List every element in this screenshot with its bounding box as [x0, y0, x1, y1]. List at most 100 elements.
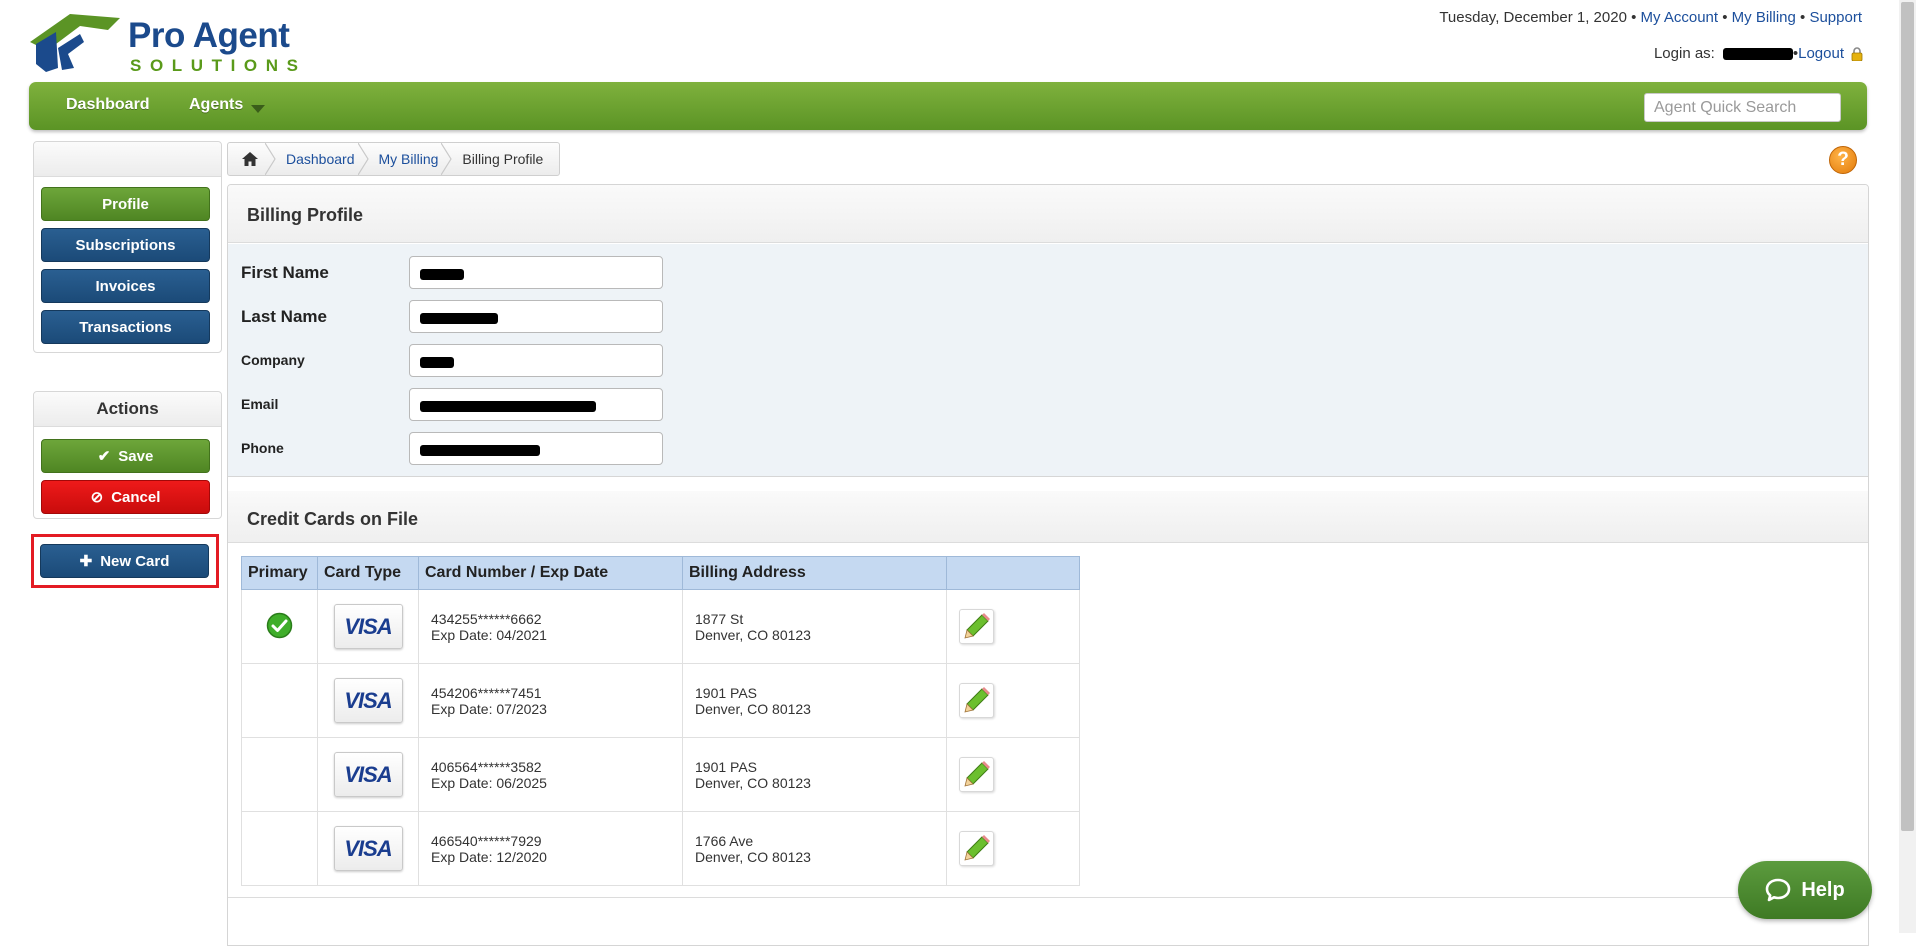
chat-bubble-icon [1766, 878, 1791, 902]
company-label: Company [241, 352, 305, 368]
sidebar-item-subscriptions[interactable]: Subscriptions [41, 228, 210, 262]
edit-card-button[interactable] [959, 757, 994, 792]
breadcrumb-my-billing[interactable]: My Billing [365, 143, 453, 175]
card-number: 434255******6662 [431, 610, 542, 627]
page-scrollbar[interactable] [1899, 0, 1916, 933]
pencil-edit-icon [964, 687, 990, 713]
redacted-username [1722, 47, 1793, 60]
help-chat-label: Help [1801, 878, 1845, 901]
separator: • [1718, 9, 1732, 26]
billing-address-cell: 1901 PAS Denver, CO 80123 [682, 663, 947, 738]
credit-cards-table: Primary Card Type Card Number / Exp Date… [241, 556, 1080, 886]
cancel-label: Cancel [111, 489, 161, 506]
sidebar-item-invoices[interactable]: Invoices [41, 269, 210, 303]
home-icon [242, 152, 258, 166]
nav-dashboard[interactable]: Dashboard [66, 96, 150, 114]
save-label: Save [118, 448, 154, 465]
phone-label: Phone [241, 440, 284, 456]
card-number: 454206******7451 [431, 684, 542, 701]
breadcrumb-dashboard-label: Dashboard [286, 151, 355, 167]
card-type-cell: VISA [317, 737, 419, 812]
credit-cards-header: Credit Cards on File [228, 491, 1868, 543]
agent-quick-search-input[interactable] [1644, 93, 1841, 122]
billing-profile-header: Billing Profile [228, 185, 1868, 243]
address-line2: Denver, CO 80123 [695, 626, 811, 643]
card-number-cell: 454206******7451 Exp Date: 07/2023 [418, 663, 683, 738]
help-chat-button[interactable]: Help [1738, 861, 1872, 919]
company-field[interactable] [409, 344, 663, 377]
card-type-cell: VISA [317, 663, 419, 738]
scrollbar-thumb[interactable] [1901, 2, 1914, 831]
edit-card-button[interactable] [959, 683, 994, 718]
redacted-value [420, 401, 596, 412]
support-link[interactable]: Support [1809, 9, 1862, 26]
pencil-edit-icon [964, 835, 990, 861]
table-row: VISA 454206******7451 Exp Date: 07/2023 1… [241, 663, 1080, 738]
help-question-icon[interactable]: ? [1829, 146, 1857, 174]
visa-card-icon: VISA [333, 752, 403, 797]
table-row: VISA 466540******7929 Exp Date: 12/2020 1… [241, 811, 1080, 886]
main-nav: Dashboard Agents [29, 82, 1867, 130]
card-type-cell: VISA [317, 811, 419, 886]
table-row: VISA 406564******3582 Exp Date: 06/2025 1… [241, 737, 1080, 812]
phone-field[interactable] [409, 432, 663, 465]
edit-cell [946, 663, 1080, 738]
primary-cell [241, 589, 318, 664]
billing-address-cell: 1877 St Denver, CO 80123 [682, 589, 947, 664]
new-card-highlight [31, 534, 219, 588]
nav-agents[interactable]: Agents [189, 96, 266, 114]
login-info: Login as: • Logout [1654, 45, 1864, 62]
breadcrumb-dashboard[interactable]: Dashboard [272, 143, 369, 175]
top-links: Tuesday, December 1, 2020 • My Account •… [1439, 9, 1862, 26]
brand-name: Pro Agent [128, 16, 290, 55]
my-account-link[interactable]: My Account [1641, 9, 1719, 26]
card-type-cell: VISA [317, 589, 419, 664]
redacted-value [420, 313, 498, 324]
visa-card-icon: VISA [333, 826, 403, 871]
card-number: 466540******7929 [431, 832, 542, 849]
breadcrumb-home[interactable] [228, 143, 276, 175]
green-check-icon [266, 612, 293, 638]
address-line1: 1901 PAS [695, 684, 758, 701]
credit-cards-title: Credit Cards on File [247, 509, 419, 529]
nav-agents-label: Agents [189, 96, 244, 113]
sidebar-item-profile[interactable]: Profile [41, 187, 210, 221]
column-header-primary: Primary [241, 556, 318, 590]
logout-link[interactable]: Logout [1798, 45, 1844, 62]
card-number-cell: 434255******6662 Exp Date: 04/2021 [418, 589, 683, 664]
login-label: Login as: [1653, 45, 1715, 62]
address-line1: 1901 PAS [695, 758, 758, 775]
billing-address-cell: 1766 Ave Denver, CO 80123 [682, 811, 947, 886]
lock-icon [1851, 46, 1863, 61]
first-name-field[interactable] [409, 256, 663, 289]
address-line2: Denver, CO 80123 [695, 848, 811, 865]
actions-title: Actions [34, 392, 221, 427]
my-billing-link[interactable]: My Billing [1732, 9, 1796, 26]
content-divider [228, 897, 1868, 898]
edit-card-button[interactable] [959, 609, 994, 644]
email-field[interactable] [409, 388, 663, 421]
edit-card-button[interactable] [959, 831, 994, 866]
column-header-billing-address: Billing Address [682, 556, 947, 590]
breadcrumb-my-billing-label: My Billing [378, 151, 439, 167]
card-number-cell: 466540******7929 Exp Date: 12/2020 [418, 811, 683, 886]
sidebar-item-transactions[interactable]: Transactions [41, 310, 210, 344]
table-header-row: Primary Card Type Card Number / Exp Date… [241, 556, 1080, 590]
brand-logo[interactable]: Pro Agent SOLUTIONS [28, 8, 348, 76]
card-number: 406564******3582 [431, 758, 542, 775]
address-line2: Denver, CO 80123 [695, 700, 811, 717]
card-exp-date: Exp Date: 04/2021 [431, 626, 547, 643]
email-label: Email [241, 396, 279, 412]
card-exp-date: Exp Date: 12/2020 [431, 848, 547, 865]
chevron-down-icon [251, 105, 266, 113]
first-name-label: First Name [241, 263, 329, 282]
primary-cell [241, 737, 318, 812]
sidebar-nav-panel: Profile Subscriptions Invoices Transacti… [33, 141, 222, 353]
cancel-button[interactable]: ⊘ Cancel [41, 480, 210, 514]
redacted-value [420, 357, 454, 368]
save-button[interactable]: ✔ Save [41, 439, 210, 473]
edit-cell [946, 811, 1080, 886]
last-name-field[interactable] [409, 300, 663, 333]
column-header-actions [946, 556, 1080, 590]
column-header-card-type: Card Type [317, 556, 419, 590]
